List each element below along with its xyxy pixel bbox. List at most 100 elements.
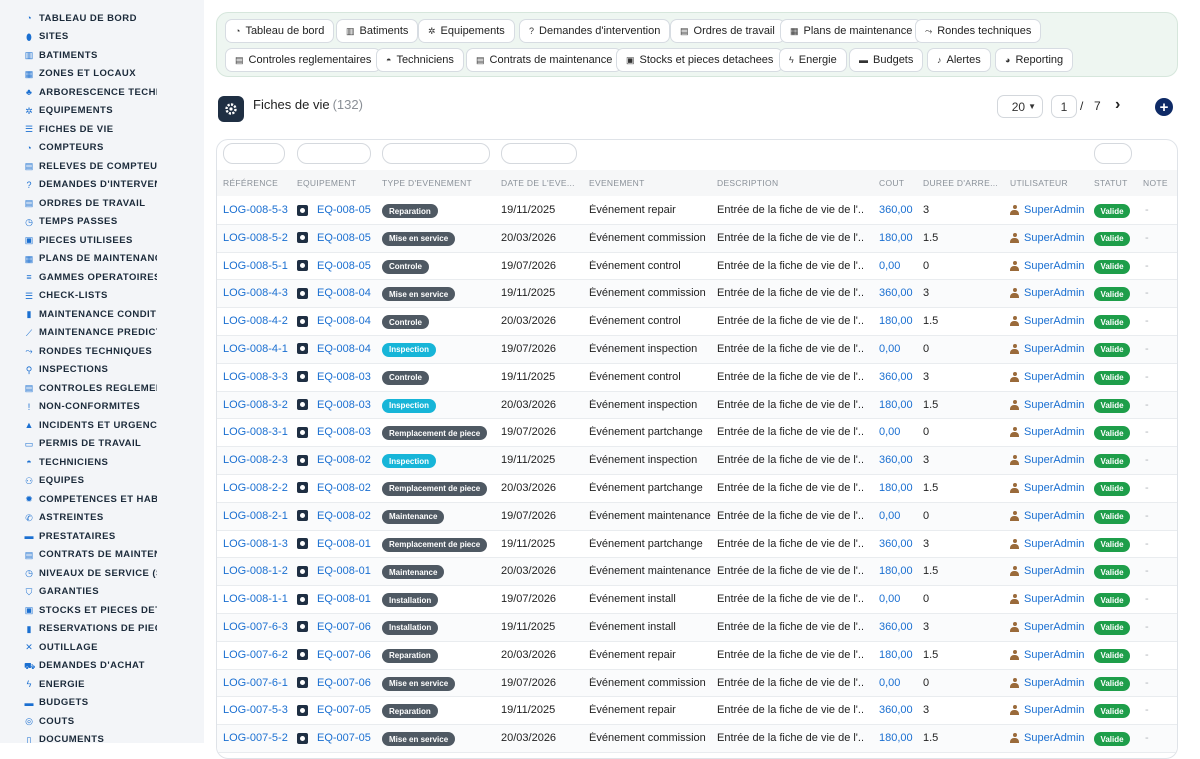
reference-link[interactable]: LOG-008-1-2 — [223, 565, 293, 577]
equipment-link[interactable]: EQ-008-01 — [317, 565, 371, 577]
user-cell[interactable]: SuperAdmin — [1010, 538, 1085, 550]
equipment-link[interactable]: EQ-008-03 — [317, 426, 371, 438]
reference-link[interactable]: LOG-007-6-3 — [223, 621, 293, 633]
column-header[interactable]: DESCRIPTION — [717, 178, 867, 188]
table-row[interactable]: LOG-008-3-2 EQ-008-03 Inspection 20/03/2026… — [217, 391, 1177, 420]
reference-link[interactable]: LOG-008-5-2 — [223, 232, 293, 244]
nav-button[interactable]: ✲ Equipements — [418, 19, 515, 43]
table-row[interactable]: LOG-008-4-3 EQ-008-04 Mise en service 19/11… — [217, 280, 1177, 309]
equipment-link[interactable]: EQ-007-05 — [317, 732, 371, 744]
reference-link[interactable]: LOG-008-1-1 — [223, 593, 293, 605]
table-row[interactable]: LOG-008-1-2 EQ-008-01 Maintenance 20/03/202… — [217, 558, 1177, 587]
nav-button[interactable]: ♪ Alertes — [927, 48, 991, 72]
table-row[interactable]: LOG-008-1-1 EQ-008-01 Installation 19/07/20… — [217, 586, 1177, 614]
equipment-link[interactable]: EQ-008-03 — [317, 371, 371, 383]
sidebar-item[interactable]: ▤ CONTROLES REGLEMENT — [0, 379, 204, 398]
equipment-link[interactable]: EQ-007-06 — [317, 677, 371, 689]
sidebar-item[interactable]: ? DEMANDES D'INTERVENT — [0, 176, 204, 195]
equipment-link[interactable]: EQ-008-04 — [317, 315, 371, 327]
reference-link[interactable]: LOG-007-5-2 — [223, 732, 293, 744]
table-row[interactable]: LOG-008-3-1 EQ-008-03 Remplacement de piec… — [217, 419, 1177, 448]
reference-link[interactable]: LOG-008-2-2 — [223, 482, 293, 494]
equipment-link[interactable]: EQ-008-05 — [317, 204, 371, 216]
column-header[interactable]: EQUIPEMENT — [297, 178, 377, 188]
equipment-link[interactable]: EQ-008-02 — [317, 454, 371, 466]
user-cell[interactable]: SuperAdmin — [1010, 482, 1085, 494]
sidebar-item[interactable]: ☰ FICHES DE VIE — [0, 120, 204, 139]
sidebar-item[interactable]: ◷ TEMPS PASSES — [0, 213, 204, 232]
nav-button[interactable]: ? Demandes d'intervention — [519, 19, 671, 43]
table-row[interactable]: LOG-007-6-1 EQ-007-06 Mise en service 19/07… — [217, 669, 1177, 698]
column-header[interactable]: EVENEMENT — [589, 178, 709, 188]
user-cell[interactable]: SuperAdmin — [1010, 232, 1085, 244]
sidebar-item[interactable]: ▣ PIECES UTILISEES — [0, 231, 204, 250]
sidebar-item[interactable]: ▲ INCIDENTS ET URGENCES — [0, 416, 204, 435]
user-cell[interactable]: SuperAdmin — [1010, 343, 1085, 355]
equipment-link[interactable]: EQ-007-06 — [317, 649, 371, 661]
page-size-select[interactable]: 20 ▼ — [997, 95, 1043, 118]
user-cell[interactable]: SuperAdmin — [1010, 204, 1085, 216]
column-header[interactable]: DATE DE L'EVE... — [501, 178, 585, 188]
equipment-link[interactable]: EQ-008-01 — [317, 593, 371, 605]
nav-button[interactable]: ▦ Plans de maintenance — [780, 19, 923, 43]
filter-date-input[interactable] — [501, 143, 577, 164]
user-cell[interactable]: SuperAdmin — [1010, 704, 1085, 716]
sidebar-item[interactable]: ☰ CHECK-LISTS — [0, 287, 204, 306]
sidebar-item[interactable]: ⟋ MAINTENANCE PREDICTI — [0, 324, 204, 343]
next-page-icon[interactable]: › — [1115, 96, 1120, 114]
equipment-link[interactable]: EQ-008-05 — [317, 260, 371, 272]
sidebar-item[interactable]: ⬮ SITES — [0, 28, 204, 47]
user-cell[interactable]: SuperAdmin — [1010, 399, 1085, 411]
column-header[interactable]: NOTE — [1143, 178, 1173, 188]
column-header[interactable]: RÉFÉRENCE — [223, 178, 291, 188]
user-cell[interactable]: SuperAdmin — [1010, 510, 1085, 522]
sidebar-item[interactable]: ▮ RESERVATIONS DE PIECE — [0, 620, 204, 639]
reference-link[interactable]: LOG-008-3-3 — [223, 371, 293, 383]
sidebar-item[interactable]: ◎ COUTS — [0, 712, 204, 731]
nav-button[interactable]: ▥ Batiments — [336, 19, 419, 43]
table-row[interactable]: LOG-007-5-2 EQ-007-05 Mise en service 20/03… — [217, 725, 1177, 753]
table-row[interactable]: LOG-008-4-1 EQ-008-04 Inspection 19/07/2026… — [217, 335, 1177, 364]
reference-link[interactable]: LOG-008-3-2 — [223, 399, 293, 411]
column-header[interactable]: COUT — [879, 178, 919, 188]
table-row[interactable]: LOG-007-6-2 EQ-007-06 Reparation 20/03/2026… — [217, 642, 1177, 670]
sidebar-item[interactable]: ◔ TABLEAU DE BORD — [0, 9, 204, 28]
reference-link[interactable]: LOG-008-5-1 — [223, 260, 293, 272]
sidebar-item[interactable]: ▬ BUDGETS — [0, 694, 204, 713]
filter-equipment-input[interactable] — [297, 143, 371, 164]
sidebar-item[interactable]: ⚇ EQUIPES — [0, 472, 204, 491]
reference-link[interactable]: LOG-008-5-3 — [223, 204, 293, 216]
sidebar-item[interactable]: ⚲ INSPECTIONS — [0, 361, 204, 380]
sidebar-item[interactable]: ▤ ORDRES DE TRAVAIL — [0, 194, 204, 213]
reference-link[interactable]: LOG-008-4-2 — [223, 315, 293, 327]
equipment-link[interactable]: EQ-007-05 — [317, 704, 371, 716]
reference-link[interactable]: LOG-008-1-3 — [223, 538, 293, 550]
column-header[interactable]: TYPE D'EVENEMENT — [382, 178, 492, 188]
table-row[interactable]: LOG-008-4-2 EQ-008-04 Controle 20/03/2026 Év… — [217, 308, 1177, 336]
table-row[interactable]: LOG-008-1-3 EQ-008-01 Remplacement de piec… — [217, 531, 1177, 559]
sidebar-item[interactable]: ✹ COMPETENCES ET HABIL — [0, 490, 204, 509]
table-row[interactable]: LOG-008-3-3 EQ-008-03 Controle 19/11/2025 Év… — [217, 364, 1177, 392]
equipment-link[interactable]: EQ-008-04 — [317, 287, 371, 299]
table-row[interactable]: LOG-008-5-3 EQ-008-05 Reparation 19/11/2025… — [217, 197, 1177, 225]
sidebar-item[interactable]: ✕ OUTILLAGE — [0, 638, 204, 657]
nav-button[interactable]: ◓ Techniciens — [376, 48, 464, 72]
nav-button[interactable]: ▬ Budgets — [849, 48, 924, 72]
sidebar-item[interactable]: ≡ GAMMES OPERATOIRES — [0, 268, 204, 287]
table-row[interactable]: LOG-008-2-1 EQ-008-02 Maintenance 19/07/202… — [217, 502, 1177, 531]
sidebar-item[interactable]: ▦ ZONES ET LOCAUX — [0, 65, 204, 84]
sidebar-item[interactable]: ♣ ARBORESCENCE TECHNI — [0, 83, 204, 102]
user-cell[interactable]: SuperAdmin — [1010, 649, 1085, 661]
filter-event-type-input[interactable] — [382, 143, 490, 164]
sidebar-item[interactable]: ! NON-CONFORMITES — [0, 398, 204, 417]
nav-button[interactable]: ϟ Energie — [779, 48, 847, 72]
column-header[interactable]: DUREE D'ARRE... — [923, 178, 1001, 188]
filter-reference-input[interactable] — [223, 143, 285, 164]
table-row[interactable]: LOG-007-5-3 EQ-007-05 Reparation 19/11/2025… — [217, 697, 1177, 726]
add-record-button[interactable]: + — [1155, 98, 1173, 116]
column-header[interactable]: STATUT — [1094, 178, 1138, 188]
equipment-link[interactable]: EQ-007-06 — [317, 621, 371, 633]
sidebar-item[interactable]: ⤳ RONDES TECHNIQUES — [0, 342, 204, 361]
sidebar-item[interactable]: ϟ ENERGIE — [0, 675, 204, 694]
sidebar-item[interactable]: ◷ NIVEAUX DE SERVICE (SL — [0, 564, 204, 583]
